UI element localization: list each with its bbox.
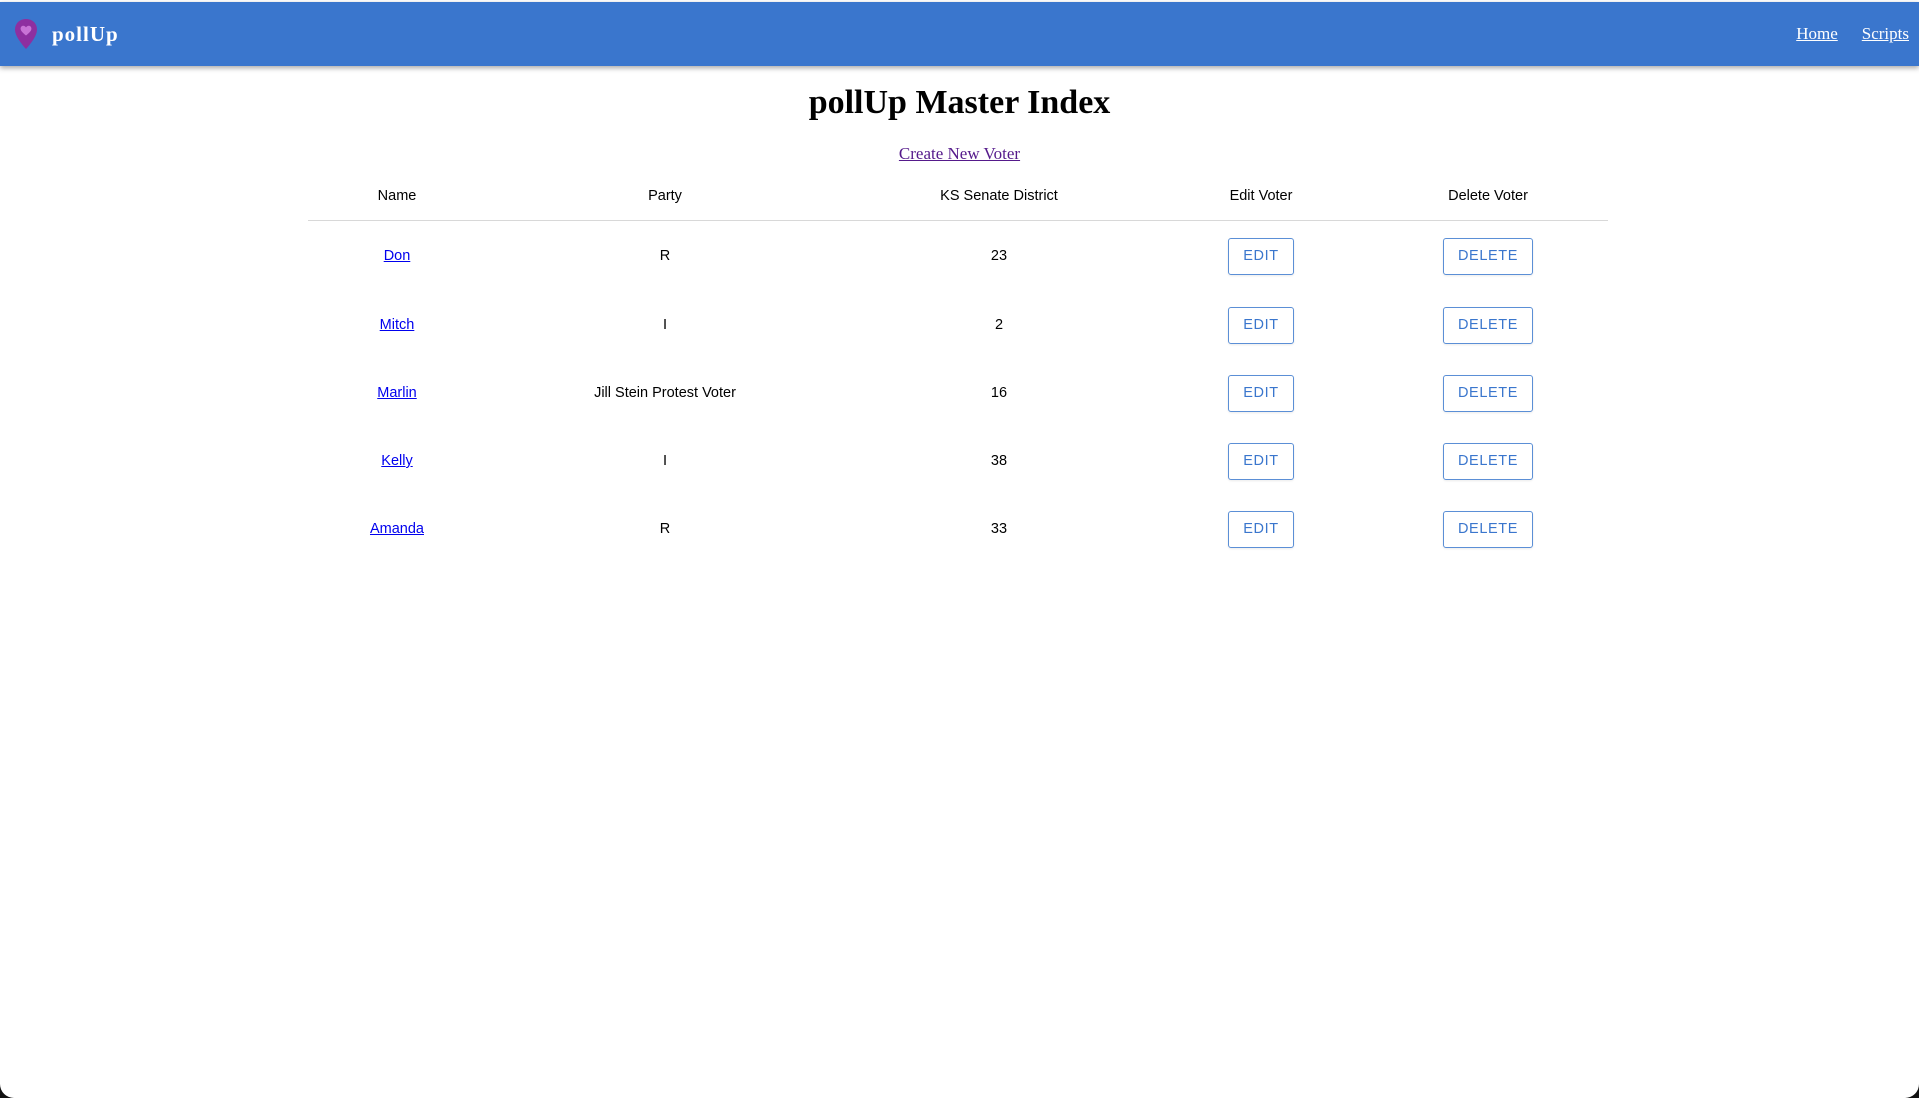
cell-district: 16 [990,385,1008,401]
top-nav-links: Home Scripts [1772,24,1909,44]
cell-delete: DELETE [1368,221,1608,292]
voter-table: Name Party KS Senate District Edit Voter… [308,172,1608,563]
edit-button[interactable]: EDIT [1228,374,1294,412]
voter-name-link[interactable]: Amanda [370,521,424,537]
cell-edit: EDIT [1154,495,1368,563]
edit-button[interactable]: EDIT [1228,442,1294,480]
column-header-district: KS Senate District [844,172,1154,221]
cell-district: 2 [994,317,1004,333]
create-new-voter-link[interactable]: Create New Voter [899,144,1020,163]
cell-district: 38 [990,453,1008,469]
voter-name-link[interactable]: Kelly [381,453,412,469]
table-header-row: Name Party KS Senate District Edit Voter… [308,172,1608,221]
column-header-edit: Edit Voter [1154,172,1368,221]
brand-name: pollUp [52,21,119,46]
table-row: Amanda R 33 EDIT DELETE [308,495,1608,563]
column-header-name: Name [308,172,486,221]
cell-name: Mitch [308,291,486,359]
cell-party: I [662,453,668,469]
cell-name: Kelly [308,427,486,495]
cell-delete: DELETE [1368,427,1608,495]
column-header-delete: Delete Voter [1368,172,1608,221]
edit-button[interactable]: EDIT [1228,306,1294,344]
cell-name: Amanda [308,495,486,563]
delete-button[interactable]: DELETE [1442,442,1533,480]
cell-district: 23 [990,248,1008,264]
delete-button[interactable]: DELETE [1442,510,1533,548]
cell-edit: EDIT [1154,221,1368,292]
cell-delete: DELETE [1368,359,1608,427]
voter-name-link[interactable]: Marlin [377,385,416,401]
browser-viewport: pollUp Home Scripts pollUp Master Index … [0,0,1919,1098]
page-title: pollUp Master Index [808,84,1111,121]
nav-link-home[interactable]: Home [1796,24,1838,44]
voter-name-link[interactable]: Don [384,248,411,264]
edit-button[interactable]: EDIT [1228,237,1294,275]
cell-party: R [659,521,671,537]
cell-delete: DELETE [1368,495,1608,563]
table-row: Mitch I 2 EDIT DELETE [308,291,1608,359]
brand[interactable]: pollUp [14,17,119,51]
cell-party: Jill Stein Protest Voter [594,385,736,401]
delete-button[interactable]: DELETE [1442,374,1533,412]
table-row: Marlin Jill Stein Protest Voter 16 EDIT … [308,359,1608,427]
cell-district: 33 [990,521,1008,537]
top-navbar: pollUp Home Scripts [0,2,1919,66]
column-header-party: Party [486,172,844,221]
table-row: Don R 23 EDIT DELETE [308,221,1608,292]
cell-edit: EDIT [1154,291,1368,359]
delete-button[interactable]: DELETE [1442,237,1533,275]
cell-party: I [662,317,668,333]
voter-name-link[interactable]: Mitch [380,317,415,333]
nav-link-scripts[interactable]: Scripts [1862,24,1909,44]
cell-delete: DELETE [1368,291,1608,359]
cell-name: Marlin [308,359,486,427]
cell-name: Don [308,221,486,292]
cell-party: R [659,248,671,264]
cell-edit: EDIT [1154,359,1368,427]
cell-edit: EDIT [1154,427,1368,495]
table-row: Kelly I 38 EDIT DELETE [308,427,1608,495]
edit-button[interactable]: EDIT [1228,510,1294,548]
map-pin-heart-icon [15,19,37,49]
create-link-container: Create New Voter [0,144,1919,164]
delete-button[interactable]: DELETE [1442,306,1533,344]
